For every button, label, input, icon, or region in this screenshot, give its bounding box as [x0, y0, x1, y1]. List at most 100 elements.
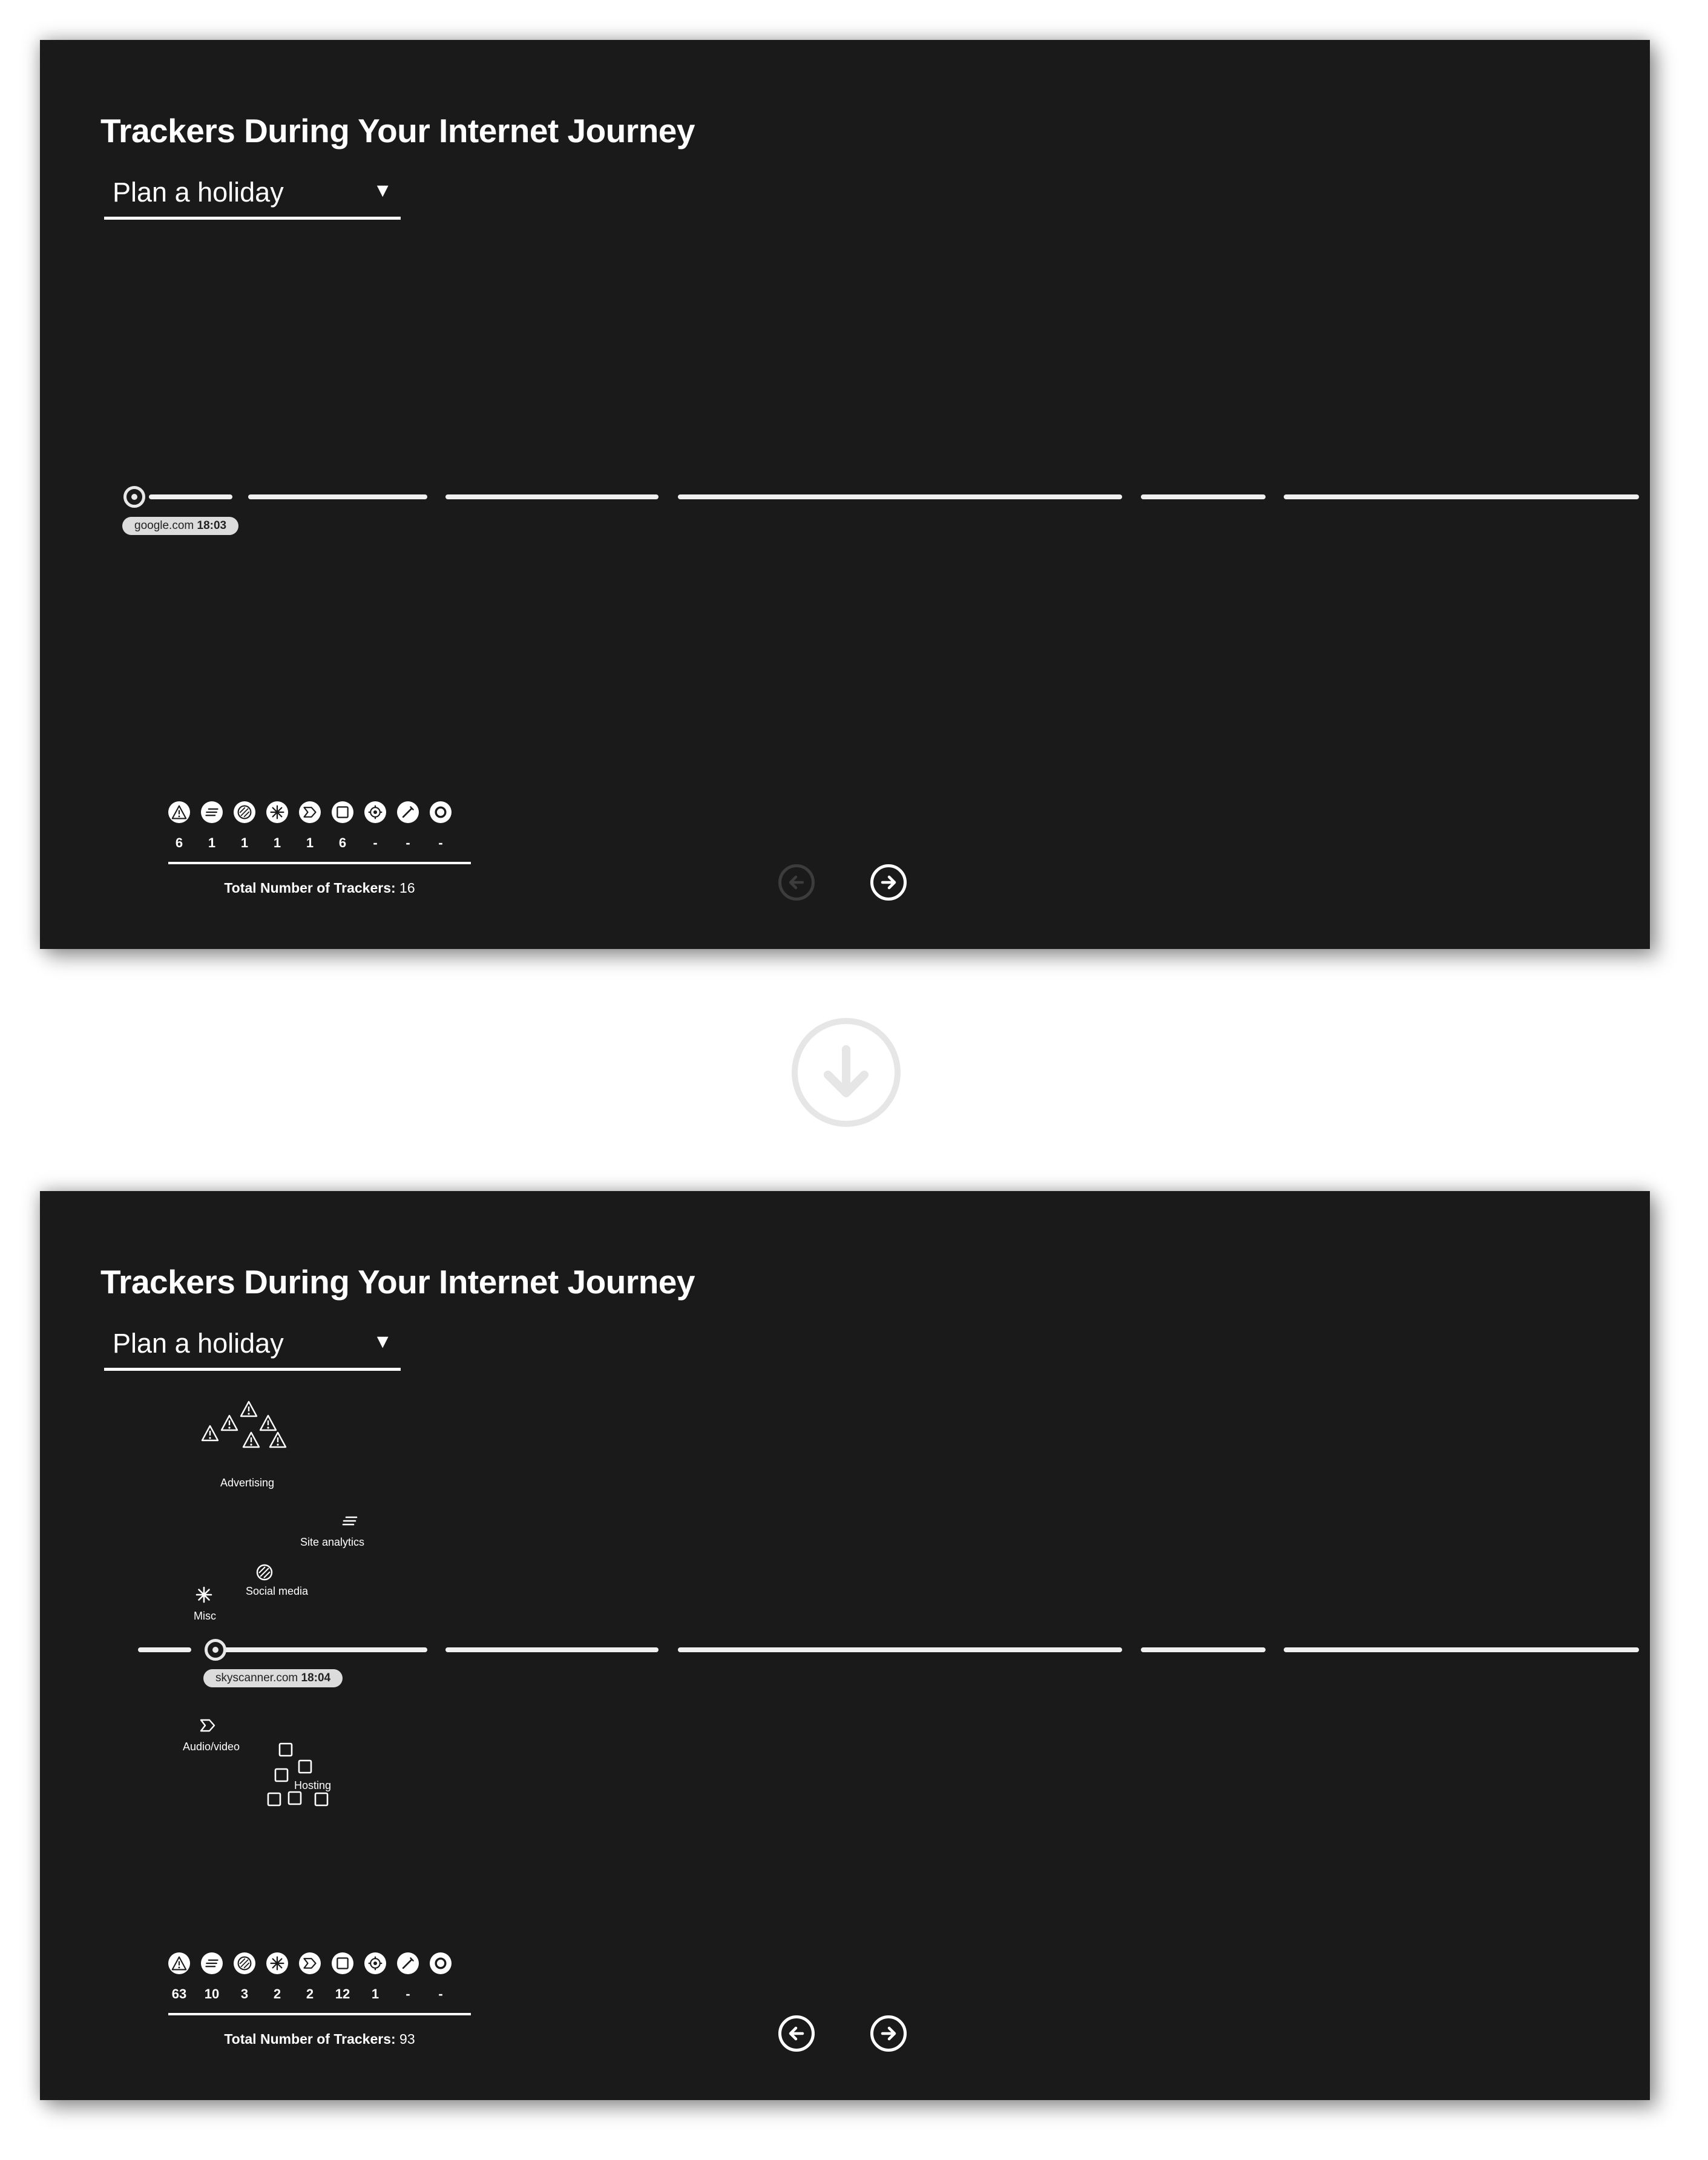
triangle-warning-icon[interactable]	[259, 1414, 277, 1432]
site-time: 18:04	[301, 1672, 331, 1684]
asterisk-icon	[266, 1952, 288, 1974]
square-icon	[332, 801, 353, 823]
lines-icon[interactable]	[341, 1512, 359, 1530]
triangle-warning-icon[interactable]	[269, 1431, 287, 1449]
arrow-right-icon	[881, 875, 896, 890]
cluster-label-social-media: Social media	[246, 1585, 309, 1597]
social-media-count: 1	[240, 835, 249, 850]
category-9-count: -	[438, 835, 443, 850]
next-step-button[interactable]	[870, 2015, 907, 2052]
timeline-position-handle[interactable]	[205, 1639, 226, 1661]
timeline-segment[interactable]	[678, 1647, 1122, 1652]
ring-icon	[430, 1952, 452, 1974]
play-chevron-icon[interactable]	[199, 1716, 217, 1735]
journey-panel-step-1: Trackers During Your Internet Journey Pl…	[40, 40, 1650, 949]
timeline-segment[interactable]	[678, 494, 1122, 499]
timeline-segment[interactable]	[248, 494, 427, 499]
cluster-label-audio-video: Audio/video	[183, 1741, 240, 1753]
arrow-left-icon	[789, 875, 804, 890]
gear-icon	[364, 801, 386, 823]
square-icon[interactable]	[312, 1790, 330, 1808]
hatched-circle-icon[interactable]	[255, 1563, 274, 1581]
tracker-legend: 63 10 3 2 2 12 1 - - Total Number of Tra…	[168, 1952, 471, 2061]
social-media-count: 3	[240, 1986, 249, 2001]
journey-selector-value: Plan a holiday	[113, 177, 284, 208]
hosting-count: 12	[335, 1986, 350, 2001]
legend-divider	[168, 2013, 471, 2015]
audio-video-count: 2	[306, 1986, 314, 2001]
category-9-count: -	[438, 1986, 443, 2001]
hosting-count: 6	[338, 835, 347, 850]
journey-selector[interactable]: Plan a holiday ▼	[104, 1328, 401, 1371]
site-time: 18:03	[197, 519, 227, 532]
current-site-tag: google.com 18:03	[122, 517, 239, 535]
cluster-label-site-analytics: Site analytics	[300, 1536, 365, 1548]
triangle-warning-icon	[168, 1952, 190, 1974]
asterisk-icon	[266, 801, 288, 823]
timeline-segment[interactable]	[445, 1647, 659, 1652]
play-chevron-icon	[299, 801, 321, 823]
hatched-circle-icon	[234, 1952, 255, 1974]
timeline-segment[interactable]	[445, 494, 659, 499]
timeline-segment[interactable]	[1284, 1647, 1639, 1652]
cluster-label-misc: Misc	[194, 1610, 216, 1622]
journey-panel-step-2: Trackers During Your Internet Journey Pl…	[40, 1191, 1650, 2100]
chevron-down-icon: ▼	[373, 1330, 392, 1352]
pencil-icon	[397, 801, 419, 823]
triangle-warning-icon[interactable]	[242, 1431, 260, 1449]
total-trackers-label: Total Number of Trackers:	[224, 880, 396, 896]
lines-icon	[201, 1952, 223, 1974]
misc-count: 2	[273, 1986, 281, 2001]
audio-video-count: 1	[306, 835, 314, 850]
misc-count: 1	[273, 835, 281, 850]
square-icon[interactable]	[296, 1758, 314, 1776]
category-7-count: -	[373, 835, 378, 850]
pencil-icon	[397, 1952, 419, 1974]
legend-divider	[168, 862, 471, 864]
current-site-tag: skyscanner.com 18:04	[203, 1669, 343, 1687]
page-title: Trackers During Your Internet Journey	[100, 112, 695, 149]
timeline-segment[interactable]	[209, 1647, 427, 1652]
square-icon	[332, 1952, 353, 1974]
square-icon[interactable]	[272, 1766, 291, 1784]
timeline-segment-spacer	[209, 494, 232, 499]
category-8-count: -	[406, 835, 410, 850]
advertising-count: 63	[171, 1986, 187, 2001]
total-trackers: Total Number of Trackers: 93	[168, 2031, 471, 2047]
lines-icon	[201, 801, 223, 823]
arrow-down-icon	[824, 1045, 869, 1097]
triangle-warning-icon[interactable]	[201, 1424, 219, 1442]
asterisk-icon[interactable]	[195, 1586, 213, 1604]
timeline-position-handle[interactable]	[123, 486, 145, 508]
play-chevron-icon	[299, 1952, 321, 1974]
timeline-segment[interactable]	[1141, 1647, 1266, 1652]
tracker-legend: 6 1 1 1 1 6 - - - Total Number of Tracke…	[168, 801, 471, 910]
triangle-warning-icon[interactable]	[220, 1414, 238, 1432]
site-domain: skyscanner.com	[215, 1672, 298, 1684]
site-analytics-count: 10	[204, 1986, 220, 2001]
advertising-count: 6	[175, 835, 183, 850]
triangle-warning-icon	[168, 801, 190, 823]
cluster-label-hosting: Hosting	[294, 1779, 332, 1791]
previous-step-button[interactable]	[778, 2015, 815, 2052]
arrow-right-icon	[881, 2026, 896, 2041]
square-icon[interactable]	[265, 1790, 283, 1808]
journey-selector[interactable]: Plan a holiday ▼	[104, 177, 401, 220]
previous-step-button[interactable]	[778, 864, 815, 901]
total-trackers: Total Number of Trackers: 16	[168, 880, 471, 896]
site-analytics-count: 1	[208, 835, 216, 850]
total-trackers-value: 16	[399, 880, 415, 896]
timeline-segment[interactable]	[1141, 494, 1266, 499]
cluster-label-advertising: Advertising	[220, 1477, 275, 1489]
transition-arrow	[792, 1018, 901, 1127]
total-trackers-value: 93	[399, 2031, 415, 2047]
ring-icon	[430, 801, 452, 823]
timeline-segment[interactable]	[138, 1647, 191, 1652]
triangle-warning-icon[interactable]	[240, 1400, 258, 1418]
next-step-button[interactable]	[870, 864, 907, 901]
category-8-count: -	[406, 1986, 410, 2001]
arrow-left-icon	[789, 2026, 804, 2041]
timeline-segment[interactable]	[1284, 494, 1639, 499]
square-icon[interactable]	[277, 1741, 295, 1759]
site-domain: google.com	[134, 519, 194, 532]
